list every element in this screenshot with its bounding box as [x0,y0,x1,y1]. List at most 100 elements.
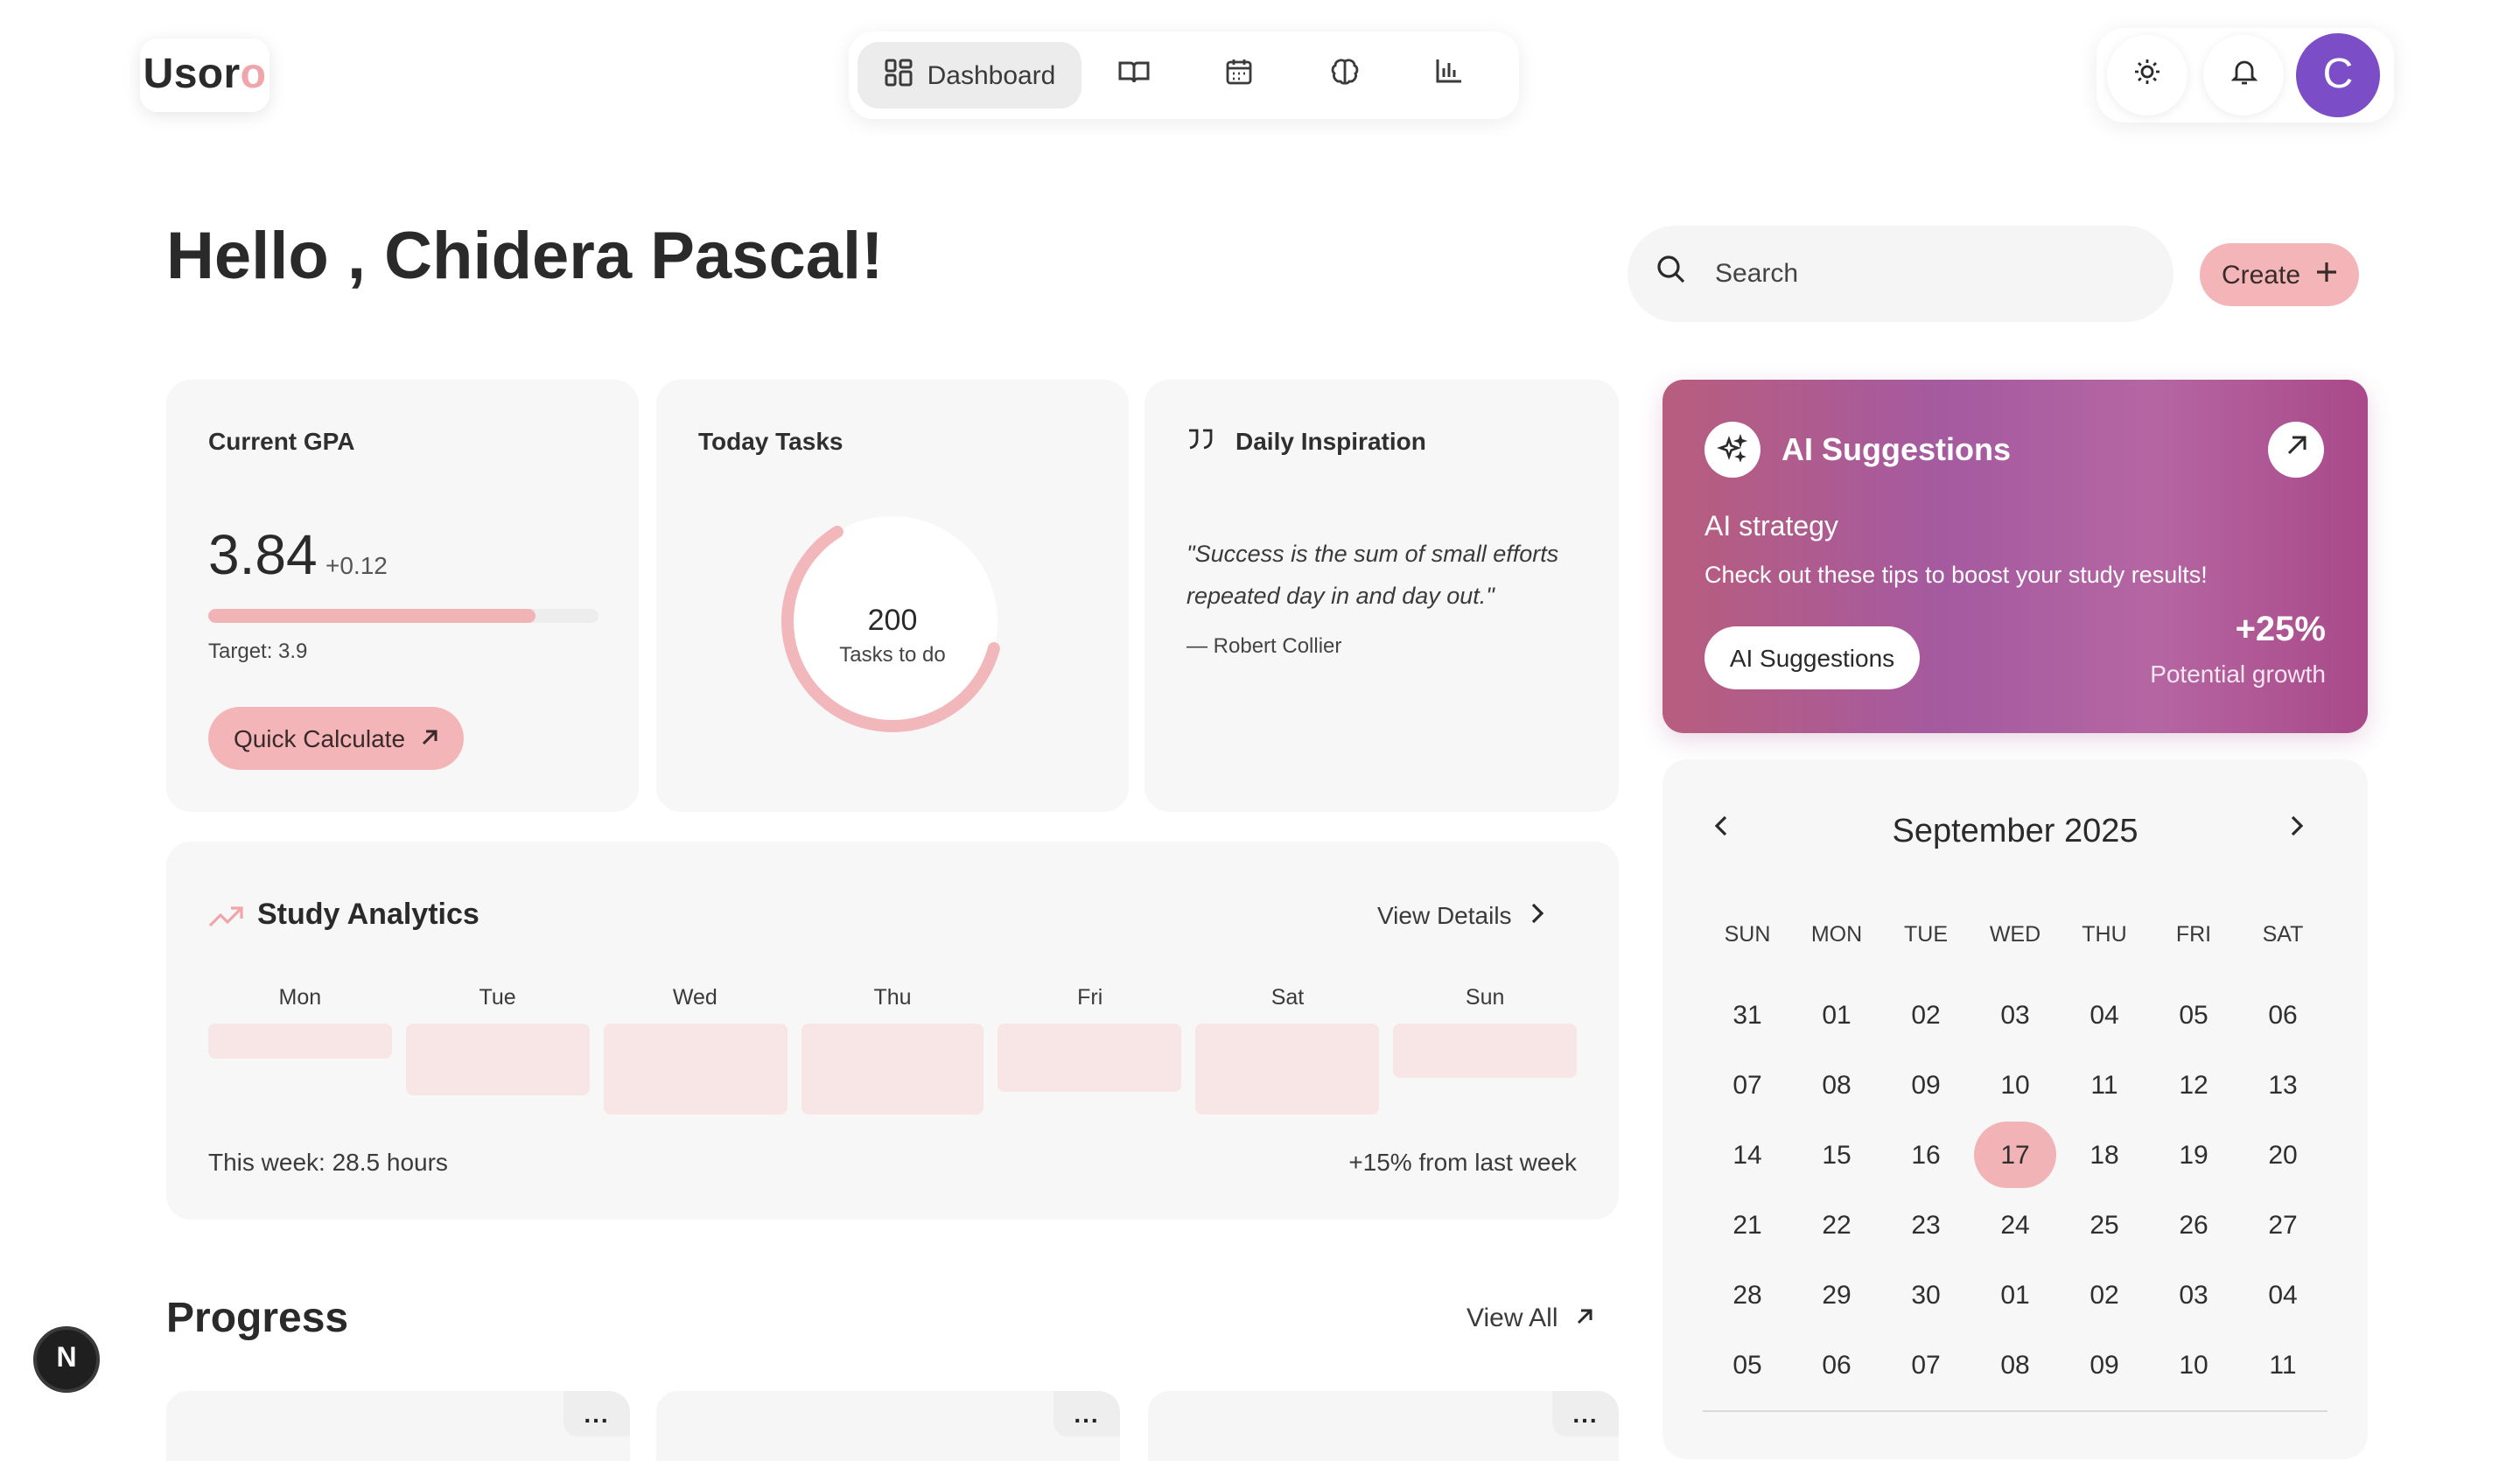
analytics-day-bar[interactable] [801,1024,984,1115]
calendar-day[interactable]: 11 [2060,1052,2149,1122]
calendar-day[interactable]: 31 [1703,982,1792,1052]
nav-courses[interactable] [1082,42,1186,108]
analytics-day-column: Wed [603,985,788,1115]
app-logo[interactable]: Usor o [140,38,270,112]
calendar-day[interactable]: 06 [2238,982,2328,1052]
study-analytics-card: Study Analytics View Details Mon Tue Wed Th… [166,842,1619,1220]
more-options-button[interactable]: ... [564,1391,630,1437]
nav-ai[interactable] [1292,42,1396,108]
progress-title: Progress [166,1295,349,1342]
view-details-label: View Details [1377,901,1512,929]
calendar-day[interactable]: 25 [2060,1192,2149,1262]
arrow-up-right-icon [2285,434,2307,465]
calendar-day[interactable]: 10 [1970,1052,2060,1122]
calendar-day[interactable]: 14 [1703,1122,1792,1192]
view-details-link[interactable]: View Details [1377,901,1544,929]
calendar-day[interactable]: 22 [1792,1192,1881,1262]
ai-suggestions-button[interactable]: AI Suggestions [1704,626,1920,689]
nav-calendar[interactable] [1186,42,1292,108]
ai-open-button[interactable] [2268,422,2324,478]
more-options-button[interactable]: ... [1054,1391,1120,1437]
analytics-day-bar[interactable] [1195,1024,1380,1115]
page-greeting: Hello , Chidera Pascal! [166,220,884,294]
quick-calculate-button[interactable]: Quick Calculate [208,707,464,770]
calendar-day-number: 10 [2000,1071,2030,1101]
calendar-day[interactable]: 07 [1703,1052,1792,1122]
create-label: Create [2221,260,2301,290]
gpa-progress-fill [208,609,536,623]
calendar-day[interactable]: 09 [1881,1052,1970,1122]
calendar-day[interactable]: 12 [2149,1052,2238,1122]
calendar-day[interactable]: 19 [2149,1122,2238,1192]
calendar-day[interactable]: 05 [1703,1332,1792,1402]
analytics-day-bar[interactable] [208,1024,392,1059]
more-options-button[interactable]: ... [1552,1391,1619,1437]
calendar-day[interactable]: 01 [1792,982,1881,1052]
calendar-day[interactable]: 07 [1881,1332,1970,1402]
calendar-day-number: 02 [2090,1281,2119,1311]
weekday-header: MON [1810,922,1863,947]
nav-analytics[interactable] [1396,42,1502,108]
analytics-day-label: Sat [1270,985,1305,1010]
calendar-day[interactable]: 04 [2060,982,2149,1052]
calendar-day[interactable]: 03 [1970,982,2060,1052]
analytics-day-bar[interactable] [405,1024,590,1095]
calendar-day[interactable]: 11 [2238,1332,2328,1402]
next-month-button[interactable] [2289,814,2304,845]
calendar-day[interactable]: 03 [2149,1262,2238,1332]
calendar-day-number: 31 [1732,1001,1762,1031]
progress-card[interactable]: ... [656,1391,1120,1461]
calendar-day[interactable]: 13 [2238,1052,2328,1122]
search-bar[interactable] [1628,226,2174,322]
calendar-day[interactable]: 30 [1881,1262,1970,1332]
calendar-day-number: 17 [2000,1141,2030,1171]
analytics-day-label: Tue [479,985,516,1010]
calendar-day[interactable]: 06 [1792,1332,1881,1402]
calendar-day-number: 19 [2179,1141,2208,1171]
calendar-day[interactable]: 01 [1970,1262,2060,1332]
analytics-day-column: Mon [208,985,392,1115]
create-button[interactable]: Create [2200,243,2359,306]
user-avatar[interactable]: C [2296,33,2380,117]
calendar-day[interactable]: 16 [1881,1122,1970,1192]
calendar-day[interactable]: 04 [2238,1262,2328,1332]
calendar-day[interactable]: 02 [2060,1262,2149,1332]
progress-card[interactable]: ... [166,1391,630,1461]
calendar-day-number: 16 [1911,1141,1941,1171]
calendar-day[interactable]: 28 [1703,1262,1792,1332]
analytics-day-bar[interactable] [1393,1024,1578,1078]
calendar-day[interactable]: 29 [1792,1262,1881,1332]
calendar-day[interactable]: 20 [2238,1122,2328,1192]
framework-badge[interactable]: N [33,1326,100,1393]
calendar-day[interactable]: 15 [1792,1122,1881,1192]
analytics-day-label: Sun [1465,985,1505,1010]
calendar-day[interactable]: 10 [2149,1332,2238,1402]
calendar-day[interactable]: 23 [1881,1192,1970,1262]
notifications-button[interactable] [2203,35,2284,115]
calendar-day[interactable]: 21 [1703,1192,1792,1262]
calendar-day-number: 04 [2268,1281,2298,1311]
inspiration-card: Daily Inspiration "Success is the sum of… [1144,380,1619,812]
theme-toggle-button[interactable] [2107,35,2188,115]
calendar-day[interactable]: 02 [1881,982,1970,1052]
analytics-day-column: Thu [801,985,984,1115]
calendar-day[interactable]: 09 [2060,1332,2149,1402]
progress-card[interactable]: ... [1148,1391,1619,1461]
calendar-day[interactable]: 26 [2149,1192,2238,1262]
calendar-day[interactable]: 27 [2238,1192,2328,1262]
calendar-day[interactable]: 05 [2149,982,2238,1052]
calendar-day-number: 21 [1732,1211,1762,1241]
calendar-day[interactable]: 08 [1792,1052,1881,1122]
calendar-day-number: 29 [1822,1281,1852,1311]
calendar-day[interactable]: 18 [2060,1122,2149,1192]
ai-suggestions-card: AI Suggestions AI strategy Check out the… [1662,380,2368,733]
analytics-day-bar[interactable] [998,1024,1182,1092]
view-all-link[interactable]: View All [1466,1304,1595,1333]
analytics-day-bar[interactable] [603,1024,788,1115]
calendar-day[interactable]: 24 [1970,1192,2060,1262]
calendar-day-number: 05 [1732,1351,1762,1381]
calendar-day-selected[interactable]: 17 [1970,1122,2060,1192]
search-input[interactable] [1712,257,2121,290]
nav-dashboard[interactable]: Dashboard [858,42,1082,108]
calendar-day[interactable]: 08 [1970,1332,2060,1402]
